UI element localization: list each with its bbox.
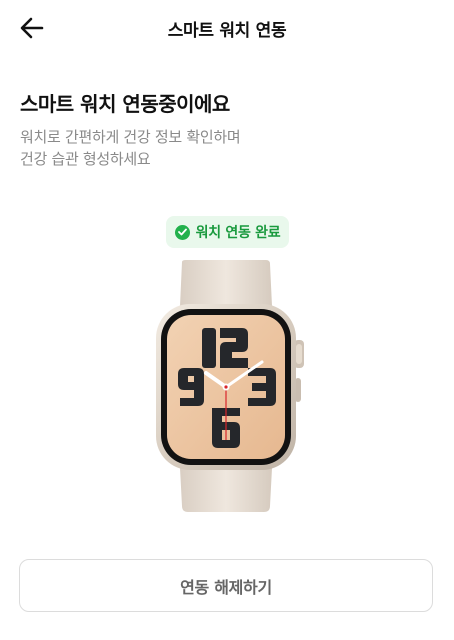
description-line: 워치로 간편하게 건강 정보 확인하며 [20, 128, 241, 146]
page-title: 스마트 워치 연동 [167, 21, 287, 41]
smartwatch-illustration [156, 260, 304, 512]
check-circle-icon [174, 224, 190, 240]
unlink-button[interactable]: 연동 해제하기 [19, 559, 433, 612]
description-text: 워치로 간편하게 건강 정보 확인하며 건강 습관 형성하세요 [20, 126, 241, 170]
description-line: 건강 습관 형성하세요 [20, 150, 151, 168]
status-badge: 워치 연동 완료 [166, 216, 289, 248]
status-label: 워치 연동 완료 [195, 225, 281, 241]
top-app-bar: 스마트 워치 연동 [0, 0, 454, 56]
section-headline: 스마트 워치 연동중이에요 [20, 92, 230, 116]
